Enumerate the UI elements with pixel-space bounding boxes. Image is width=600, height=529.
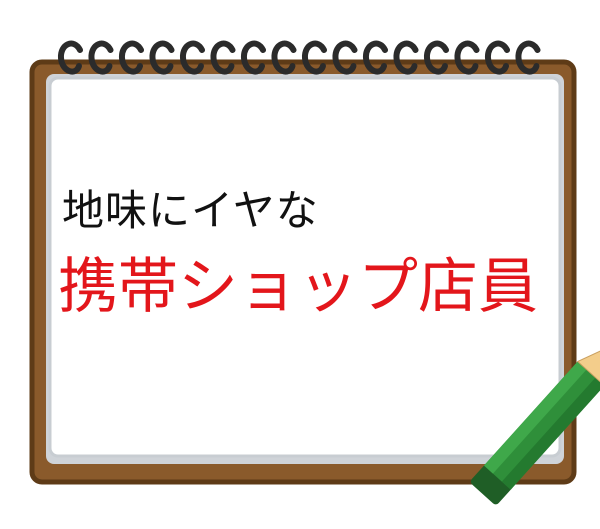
- notebook-illustration: 地味にイヤな 携帯ショップ店員: [0, 0, 600, 525]
- title-line-2: 携帯ショップ店員: [58, 252, 538, 322]
- title-line-1: 地味にイヤな: [62, 186, 319, 235]
